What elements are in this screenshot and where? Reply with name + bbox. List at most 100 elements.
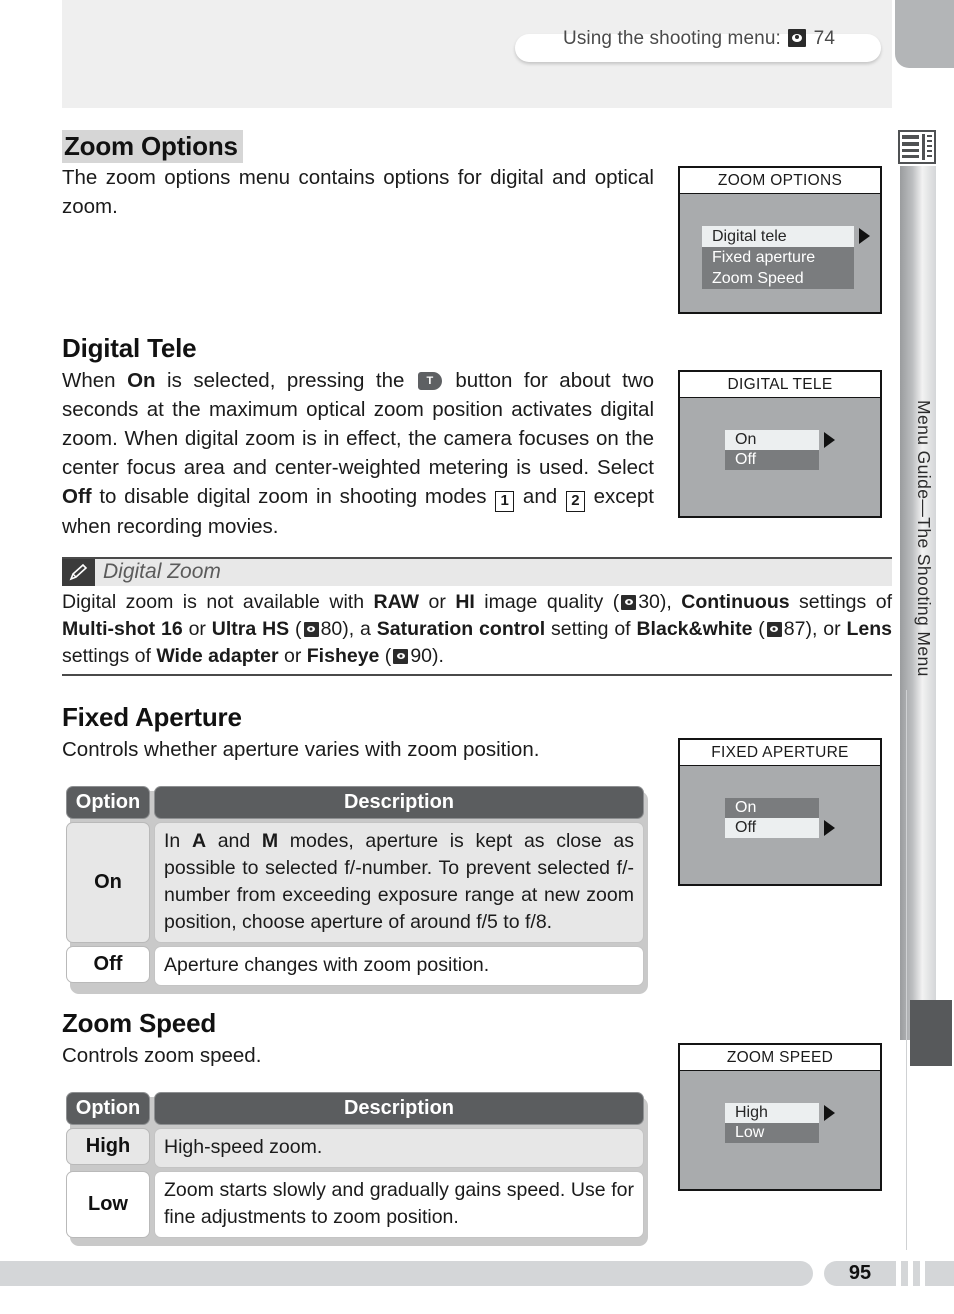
lcd-menu-list: High Low xyxy=(725,1103,835,1143)
heading-zoom-speed: Zoom Speed xyxy=(62,1008,217,1038)
table-cell-description: In A and M modes, aperture is kept as cl… xyxy=(154,822,644,943)
chevron-right-icon xyxy=(859,228,870,244)
sidebar-label: Menu Guide—The Shooting Menu xyxy=(914,399,934,677)
table-cell-option: Off xyxy=(66,946,150,983)
lcd-menu-item-on[interactable]: On xyxy=(725,430,835,450)
table-row: High High-speed zoom. xyxy=(66,1128,644,1168)
table-cell-option: On xyxy=(66,822,150,943)
menu-list-icon xyxy=(898,130,936,164)
nz-p80: 80), a xyxy=(320,618,377,640)
fa-t1: In xyxy=(164,830,192,852)
nz-t7: setting of xyxy=(545,618,637,640)
lcd-menu-item-on[interactable]: On xyxy=(725,798,819,818)
lcd-menu-item-zoom-speed[interactable]: Zoom Speed xyxy=(702,268,854,289)
lcd-item-label: Digital tele xyxy=(712,228,787,245)
lcd-menu-item-fixed-aperture[interactable]: Fixed aperture xyxy=(702,247,854,268)
lcd-zoom-options: ZOOM OPTIONS Digital tele Fixed aperture… xyxy=(678,166,882,314)
heading-fixed-aperture: Fixed Aperture xyxy=(62,702,242,732)
lcd-item-label: Zoom Speed xyxy=(712,270,804,287)
table-header-option: Option xyxy=(66,786,150,819)
tele-button-icon: T xyxy=(417,372,442,390)
nz-t8: ( xyxy=(752,618,765,640)
sidebar-section-marker xyxy=(910,1000,952,1066)
corner-thumb-tab xyxy=(895,0,954,68)
nz-p30: 30), xyxy=(638,591,682,613)
nz-t3: image quality ( xyxy=(474,591,620,613)
nz-t11: ( xyxy=(379,645,392,667)
lcd-body: Digital tele Fixed aperture Zoom Speed xyxy=(680,194,880,313)
lcd-menu-list: On Off xyxy=(725,430,835,470)
footer-bar xyxy=(0,1261,813,1286)
table-fixed-aperture: Option Description On In A and M modes, … xyxy=(66,786,648,994)
nz-t9: settings of xyxy=(62,645,157,667)
nz-p90: 90). xyxy=(410,645,444,667)
lcd-menu-item-off[interactable]: Off xyxy=(725,818,835,838)
lcd-menu-item-low[interactable]: Low xyxy=(725,1123,819,1143)
table-header-row: Option Description xyxy=(66,1092,644,1125)
table-cell-description: Zoom starts slowly and gradually gains s… xyxy=(154,1171,644,1238)
lcd-item-label: Low xyxy=(735,1124,765,1141)
mode-2-icon: 2 xyxy=(565,491,585,512)
lcd-body: On Off xyxy=(680,398,880,517)
heading-digital-tele: Digital Tele xyxy=(62,333,197,363)
table-zoom-speed: Option Description High High-speed zoom.… xyxy=(66,1092,648,1246)
nz-t2: or xyxy=(419,591,456,613)
dt-t1: When xyxy=(62,369,128,392)
pencil-icon xyxy=(62,559,95,586)
nz-wideadapter: Wide adapter xyxy=(156,645,279,667)
nz-fisheye: Fisheye xyxy=(306,645,380,667)
lcd-body: High Low xyxy=(680,1071,880,1190)
table-cell-option: High xyxy=(66,1128,150,1165)
nz-ultrahs: Ultra HS xyxy=(211,618,290,640)
paragraph-zoom-speed: Controls zoom speed. xyxy=(62,1044,262,1067)
nz-t4: settings of xyxy=(789,591,892,613)
nz-multishot: Multi-shot 16 xyxy=(62,618,183,640)
chevron-right-icon xyxy=(824,432,835,448)
lcd-menu-item-high[interactable]: High xyxy=(725,1103,835,1123)
table-cell-option: Low xyxy=(66,1171,150,1238)
lcd-menu-item-digital-tele[interactable]: Digital tele xyxy=(702,226,870,247)
nz-t10: or xyxy=(278,645,307,667)
note-title: Digital Zoom xyxy=(103,560,221,583)
dt-off: Off xyxy=(62,485,92,508)
nz-blackwhite: Black&white xyxy=(636,618,753,640)
note-body: Digital zoom is not available with RAW o… xyxy=(62,586,892,674)
paragraph-digital-tele: When On is selected, pressing the T butt… xyxy=(62,366,654,541)
lcd-title: DIGITAL TELE xyxy=(680,372,880,398)
table-row: On In A and M modes, aperture is kept as… xyxy=(66,822,644,943)
nz-saturation: Saturation control xyxy=(376,618,546,640)
paragraph-zoom-options: The zoom options menu contains options f… xyxy=(62,166,654,218)
lcd-menu-list: On Off xyxy=(725,798,835,838)
lcd-item-label: Off xyxy=(735,819,757,836)
lcd-title: FIXED APERTURE xyxy=(680,740,880,766)
lcd-zoom-speed: ZOOM SPEED High Low xyxy=(678,1043,882,1191)
lcd-item-label: Off xyxy=(735,451,757,468)
table-row: Low Zoom starts slowly and gradually gai… xyxy=(66,1171,644,1238)
page-ref-icon-30 xyxy=(621,595,637,610)
nz-t5: or xyxy=(182,618,212,640)
fa-mode-a: A xyxy=(191,830,207,852)
table-inner: Option Description On In A and M modes, … xyxy=(66,786,644,986)
lcd-item-label: Fixed aperture xyxy=(712,249,816,266)
mode-1-icon: 1 xyxy=(495,491,515,512)
paragraph-fixed-aperture: Controls whether aperture varies with zo… xyxy=(62,738,540,761)
lcd-item-label: On xyxy=(735,431,757,448)
lcd-body: On Off xyxy=(680,766,880,885)
dt-t2: is selected, pressing the xyxy=(155,369,416,392)
nz-raw: RAW xyxy=(373,591,420,613)
lcd-item-label: On xyxy=(735,799,757,816)
table-cell-description: Aperture changes with zoom position. xyxy=(154,946,644,986)
nz-hi: HI xyxy=(455,591,475,613)
lcd-menu-list: Digital tele Fixed aperture Zoom Speed xyxy=(702,226,870,289)
nz-p87: 87), or xyxy=(783,618,847,640)
pencil-icon-svg xyxy=(69,563,88,581)
note-digital-zoom: Digital Zoom Digital zoom is not availab… xyxy=(62,557,892,676)
table-header-row: Option Description xyxy=(66,786,644,819)
lcd-title: ZOOM SPEED xyxy=(680,1045,880,1071)
chevron-right-icon xyxy=(824,820,835,836)
nz-t1: Digital zoom is not available with xyxy=(62,591,374,613)
lcd-digital-tele: DIGITAL TELE On Off xyxy=(678,370,882,518)
page-ref-icon-90 xyxy=(393,649,409,664)
lcd-menu-item-off[interactable]: Off xyxy=(725,450,819,470)
footer-tick xyxy=(913,1261,920,1286)
